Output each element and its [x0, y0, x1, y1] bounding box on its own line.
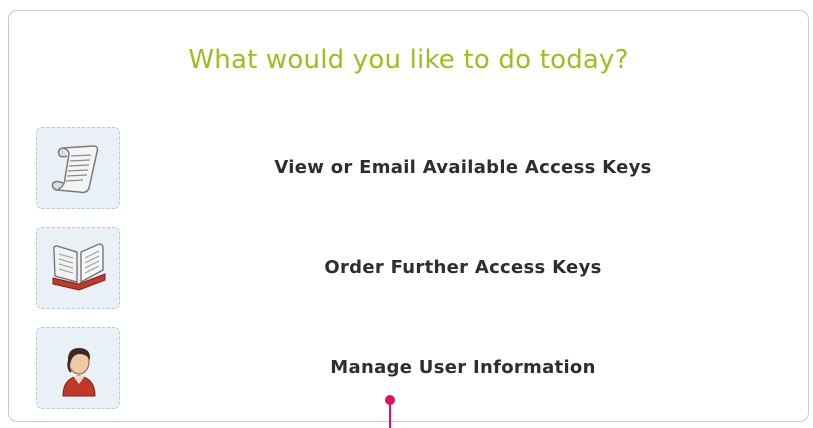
icon-tile[interactable]: [36, 227, 120, 309]
option-view-email-access-keys[interactable]: View or Email Available Access Keys: [33, 127, 793, 211]
open-book-icon: [52, 243, 106, 291]
pink-pin-icon: [385, 395, 395, 428]
option-order-access-keys[interactable]: Order Further Access Keys: [33, 227, 793, 311]
scroll-icon: [51, 145, 99, 194]
option-manage-user-information[interactable]: Manage User Information: [33, 327, 793, 411]
page-title: What would you like to do today?: [188, 45, 629, 75]
option-label[interactable]: Order Further Access Keys: [133, 227, 793, 309]
option-label[interactable]: Manage User Information: [133, 327, 793, 409]
option-label[interactable]: View or Email Available Access Keys: [133, 127, 793, 209]
options-panel: What would you like to do today? View or…: [8, 10, 809, 422]
icon-tile[interactable]: [36, 127, 120, 209]
icon-tile[interactable]: [36, 327, 120, 409]
user-icon: [62, 348, 96, 397]
